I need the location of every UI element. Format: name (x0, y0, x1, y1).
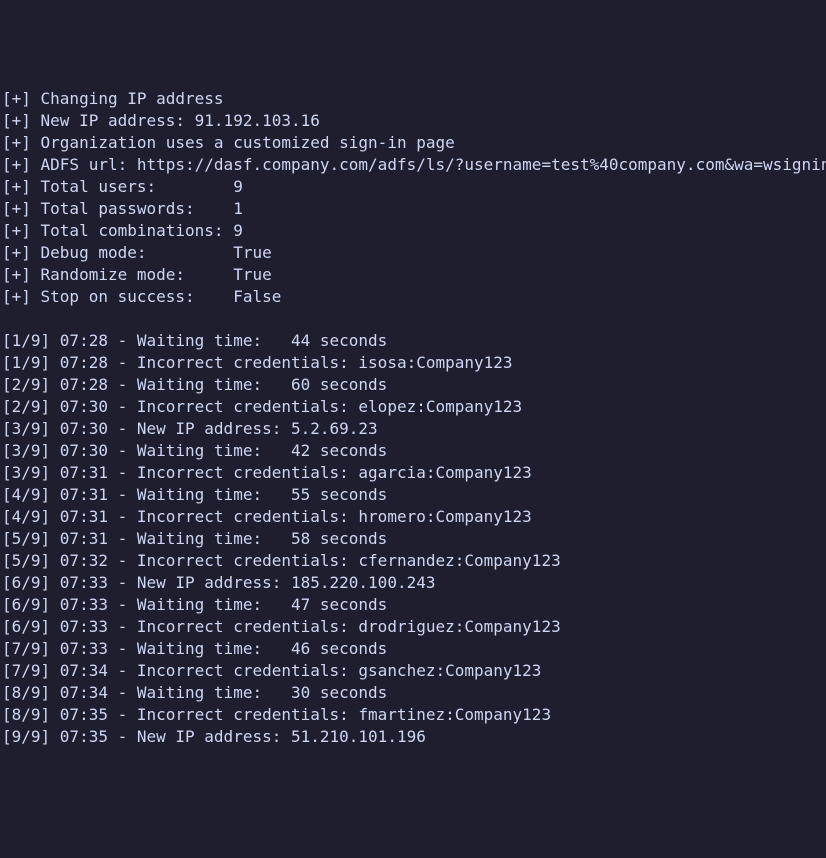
attempt-line: [5/9] 07:31 - Waiting time: 58 seconds (2, 528, 824, 550)
attempt-line: [3/9] 07:30 - New IP address: 5.2.69.23 (2, 418, 824, 440)
attempt-line: [4/9] 07:31 - Incorrect credentials: hro… (2, 506, 824, 528)
attempt-line: [2/9] 07:30 - Incorrect credentials: elo… (2, 396, 824, 418)
terminal-output: [+] Changing IP address[+] New IP addres… (0, 88, 826, 748)
attempt-line: [6/9] 07:33 - Incorrect credentials: dro… (2, 616, 824, 638)
header-line: [+] Total combinations: 9 (2, 220, 824, 242)
attempt-line: [6/9] 07:33 - Waiting time: 47 seconds (2, 594, 824, 616)
attempt-line: [2/9] 07:28 - Waiting time: 60 seconds (2, 374, 824, 396)
header-line: [+] Debug mode: True (2, 242, 824, 264)
blank-line (2, 308, 824, 330)
header-line: [+] Total passwords: 1 (2, 198, 824, 220)
attempt-line: [3/9] 07:31 - Incorrect credentials: aga… (2, 462, 824, 484)
header-line: [+] Stop on success: False (2, 286, 824, 308)
header-line: [+] New IP address: 91.192.103.16 (2, 110, 824, 132)
attempt-line: [4/9] 07:31 - Waiting time: 55 seconds (2, 484, 824, 506)
attempt-line: [8/9] 07:34 - Waiting time: 30 seconds (2, 682, 824, 704)
attempt-line: [9/9] 07:35 - New IP address: 51.210.101… (2, 726, 824, 748)
header-line: [+] Organization uses a customized sign-… (2, 132, 824, 154)
attempt-line: [8/9] 07:35 - Incorrect credentials: fma… (2, 704, 824, 726)
attempt-line: [1/9] 07:28 - Incorrect credentials: iso… (2, 352, 824, 374)
attempt-line: [7/9] 07:34 - Incorrect credentials: gsa… (2, 660, 824, 682)
header-line: [+] ADFS url: https://dasf.company.com/a… (2, 154, 824, 176)
attempt-line: [7/9] 07:33 - Waiting time: 46 seconds (2, 638, 824, 660)
attempt-line: [1/9] 07:28 - Waiting time: 44 seconds (2, 330, 824, 352)
header-line: [+] Total users: 9 (2, 176, 824, 198)
attempt-line: [6/9] 07:33 - New IP address: 185.220.10… (2, 572, 824, 594)
header-line: [+] Changing IP address (2, 88, 824, 110)
attempt-line: [3/9] 07:30 - Waiting time: 42 seconds (2, 440, 824, 462)
header-line: [+] Randomize mode: True (2, 264, 824, 286)
attempt-line: [5/9] 07:32 - Incorrect credentials: cfe… (2, 550, 824, 572)
